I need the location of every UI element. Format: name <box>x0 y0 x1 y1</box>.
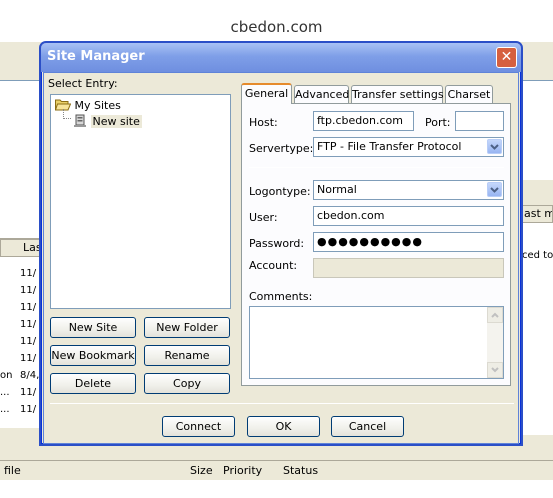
chevron-up-icon <box>491 312 499 318</box>
background-list-row[interactable]: ... 11/ <box>0 384 40 401</box>
comments-scrollbar[interactable] <box>487 307 503 378</box>
connect-button[interactable]: Connect <box>162 416 235 437</box>
background-queue-list <box>0 480 553 498</box>
servertype-value: FTP - File Transfer Protocol <box>317 140 462 153</box>
logontype-value: Normal <box>317 183 357 196</box>
queue-col-file[interactable]: file <box>4 464 21 477</box>
account-input[interactable] <box>313 258 504 278</box>
host-label: Host: <box>249 116 278 129</box>
servertype-label: Servertype: <box>249 142 314 155</box>
ok-button[interactable]: OK <box>247 416 320 437</box>
logontype-select[interactable]: Normal <box>313 180 504 200</box>
user-input[interactable]: cbedon.com <box>313 206 504 226</box>
password-input[interactable]: ●●●●●●●●●● <box>313 232 504 252</box>
background-left-list: Las 11/11/11/11/11/11/on 8/4,... 11/... 11/ <box>0 238 40 428</box>
background-list-row-date: 11/ <box>20 404 37 415</box>
delete-button[interactable]: Delete <box>50 373 136 394</box>
background-left-column-header[interactable]: Las <box>0 239 40 257</box>
chevron-down-icon <box>490 144 499 150</box>
background-list-row-prefix: ... <box>0 387 10 398</box>
background-list-row[interactable]: 11/ <box>0 333 40 350</box>
background-list-row-prefix: ... <box>0 404 10 415</box>
background-list-row-date: 11/ <box>20 285 37 296</box>
logontype-label: Logontype: <box>249 185 311 198</box>
site-tree[interactable]: My Sites New site <box>50 94 231 309</box>
background-list-row[interactable]: 11/ <box>0 299 40 316</box>
close-button[interactable]: ✕ <box>496 47 517 68</box>
new-folder-button[interactable]: New Folder <box>144 317 230 338</box>
tree-node-my-sites-label: My Sites <box>74 99 121 112</box>
queue-col-priority[interactable]: Priority <box>223 464 262 477</box>
background-queue-header: file Size Priority Status <box>0 460 553 480</box>
footer-separator <box>50 403 514 404</box>
background-right-list: ast mo ced to <box>520 205 553 435</box>
tab-charset[interactable]: Charset <box>445 85 493 104</box>
copy-button[interactable]: Copy <box>144 373 230 394</box>
scroll-up-button[interactable] <box>487 307 503 323</box>
scroll-down-button[interactable] <box>487 362 503 378</box>
password-label: Password: <box>249 237 305 250</box>
chevron-down-icon <box>491 367 499 373</box>
background-right-column-header[interactable]: ast mo <box>520 205 553 223</box>
rename-button[interactable]: Rename <box>144 345 230 366</box>
servertype-dropdown-button[interactable] <box>487 139 502 154</box>
close-icon: ✕ <box>500 49 513 65</box>
server-icon <box>74 114 86 127</box>
new-bookmark-button[interactable]: New Bookmark <box>50 345 136 366</box>
page-banner-title: cbedon.com <box>230 18 323 36</box>
background-list-row[interactable]: 11/ <box>0 316 40 333</box>
background-list-row-prefix: on <box>0 370 13 381</box>
account-label: Account: <box>249 259 298 272</box>
site-manager-dialog: Site Manager ✕ Select Entry: My Sites Ne… <box>39 41 523 446</box>
cancel-button[interactable]: Cancel <box>331 416 404 437</box>
queue-col-size[interactable]: Size <box>190 464 213 477</box>
port-label: Port: <box>425 116 451 129</box>
dialog-title: Site Manager <box>47 49 145 64</box>
host-input[interactable]: ftp.cbedon.com <box>313 111 414 131</box>
general-tab-panel: Host: ftp.cbedon.com Port: Servertype: F… <box>241 103 511 386</box>
tree-node-new-site-label: New site <box>90 115 142 128</box>
user-label: User: <box>249 211 278 224</box>
tree-node-new-site[interactable]: New site <box>73 114 142 128</box>
background-list-row-date: 11/ <box>20 387 37 398</box>
background-list-row-date: 11/ <box>20 268 37 279</box>
queue-col-status[interactable]: Status <box>283 464 318 477</box>
select-entry-label: Select Entry: <box>48 77 118 90</box>
logontype-dropdown-button[interactable] <box>487 182 502 197</box>
dialog-body: Select Entry: My Sites New site New Site… <box>43 72 519 444</box>
background-list-row-date: 8/4, <box>20 370 40 381</box>
dialog-titlebar[interactable]: Site Manager ✕ <box>41 43 521 72</box>
background-right-pane <box>520 80 553 180</box>
background-list-row[interactable]: 11/ <box>0 350 40 367</box>
background-list-row[interactable]: 11/ <box>0 265 40 282</box>
background-list-row[interactable]: on 8/4, <box>0 367 40 384</box>
tab-advanced[interactable]: Advanced <box>294 85 349 104</box>
port-input[interactable] <box>455 111 504 131</box>
background-list-row-date: 11/ <box>20 336 37 347</box>
background-list-row-date: 11/ <box>20 302 37 313</box>
tab-general[interactable]: General <box>241 83 292 104</box>
tab-transfer-settings[interactable]: Transfer settings <box>351 85 444 104</box>
background-left-pane <box>0 80 40 240</box>
chevron-down-icon <box>490 187 499 193</box>
background-right-text: ced to <box>522 250 553 261</box>
comments-label: Comments: <box>249 290 313 303</box>
background-list-row-date: 11/ <box>20 319 37 330</box>
background-list-row[interactable]: ... 11/ <box>0 401 40 418</box>
servertype-select[interactable]: FTP - File Transfer Protocol <box>313 137 504 157</box>
background-list-row[interactable]: 11/ <box>0 282 40 299</box>
separator <box>249 167 504 168</box>
tree-connector <box>63 109 71 119</box>
comments-textarea[interactable] <box>249 306 504 379</box>
background-list-row-date: 11/ <box>20 353 37 364</box>
new-site-button[interactable]: New Site <box>50 317 136 338</box>
